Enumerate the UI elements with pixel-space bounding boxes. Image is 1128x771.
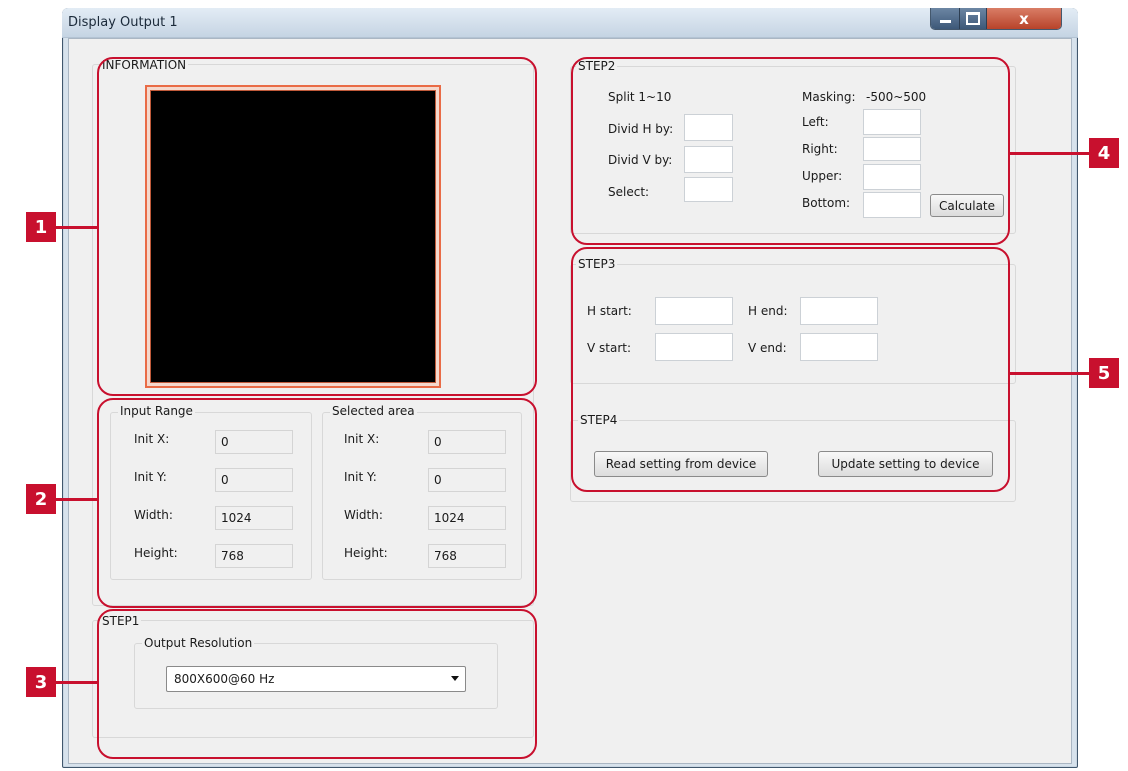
minimize-icon: [939, 20, 951, 23]
minimize-button[interactable]: [931, 8, 960, 29]
callout-badge-3: 3: [26, 667, 56, 697]
callout-badge-4: 4: [1089, 138, 1119, 168]
callout-box-5: [571, 247, 1010, 492]
title-bar[interactable]: [62, 8, 1078, 38]
window-title: Display Output 1: [68, 15, 178, 30]
maximize-button[interactable]: [960, 8, 987, 29]
callout-line-4: [1009, 152, 1091, 155]
window-controls: x: [930, 8, 1062, 30]
callout-badge-5: 5: [1089, 358, 1119, 388]
callout-box-1: [97, 57, 537, 396]
callout-badge-2: 2: [26, 484, 56, 514]
callout-box-2: [97, 398, 537, 608]
callout-line-5: [1009, 372, 1091, 375]
callout-badge-1: 1: [26, 212, 56, 242]
callout-line-3: [55, 681, 98, 684]
callout-line-1: [55, 226, 98, 229]
close-button[interactable]: x: [987, 8, 1061, 29]
callout-box-4: [571, 57, 1010, 245]
maximize-icon: [966, 12, 980, 25]
callout-line-2: [55, 498, 98, 501]
close-icon: x: [1019, 9, 1029, 28]
callout-box-3: [97, 609, 537, 759]
